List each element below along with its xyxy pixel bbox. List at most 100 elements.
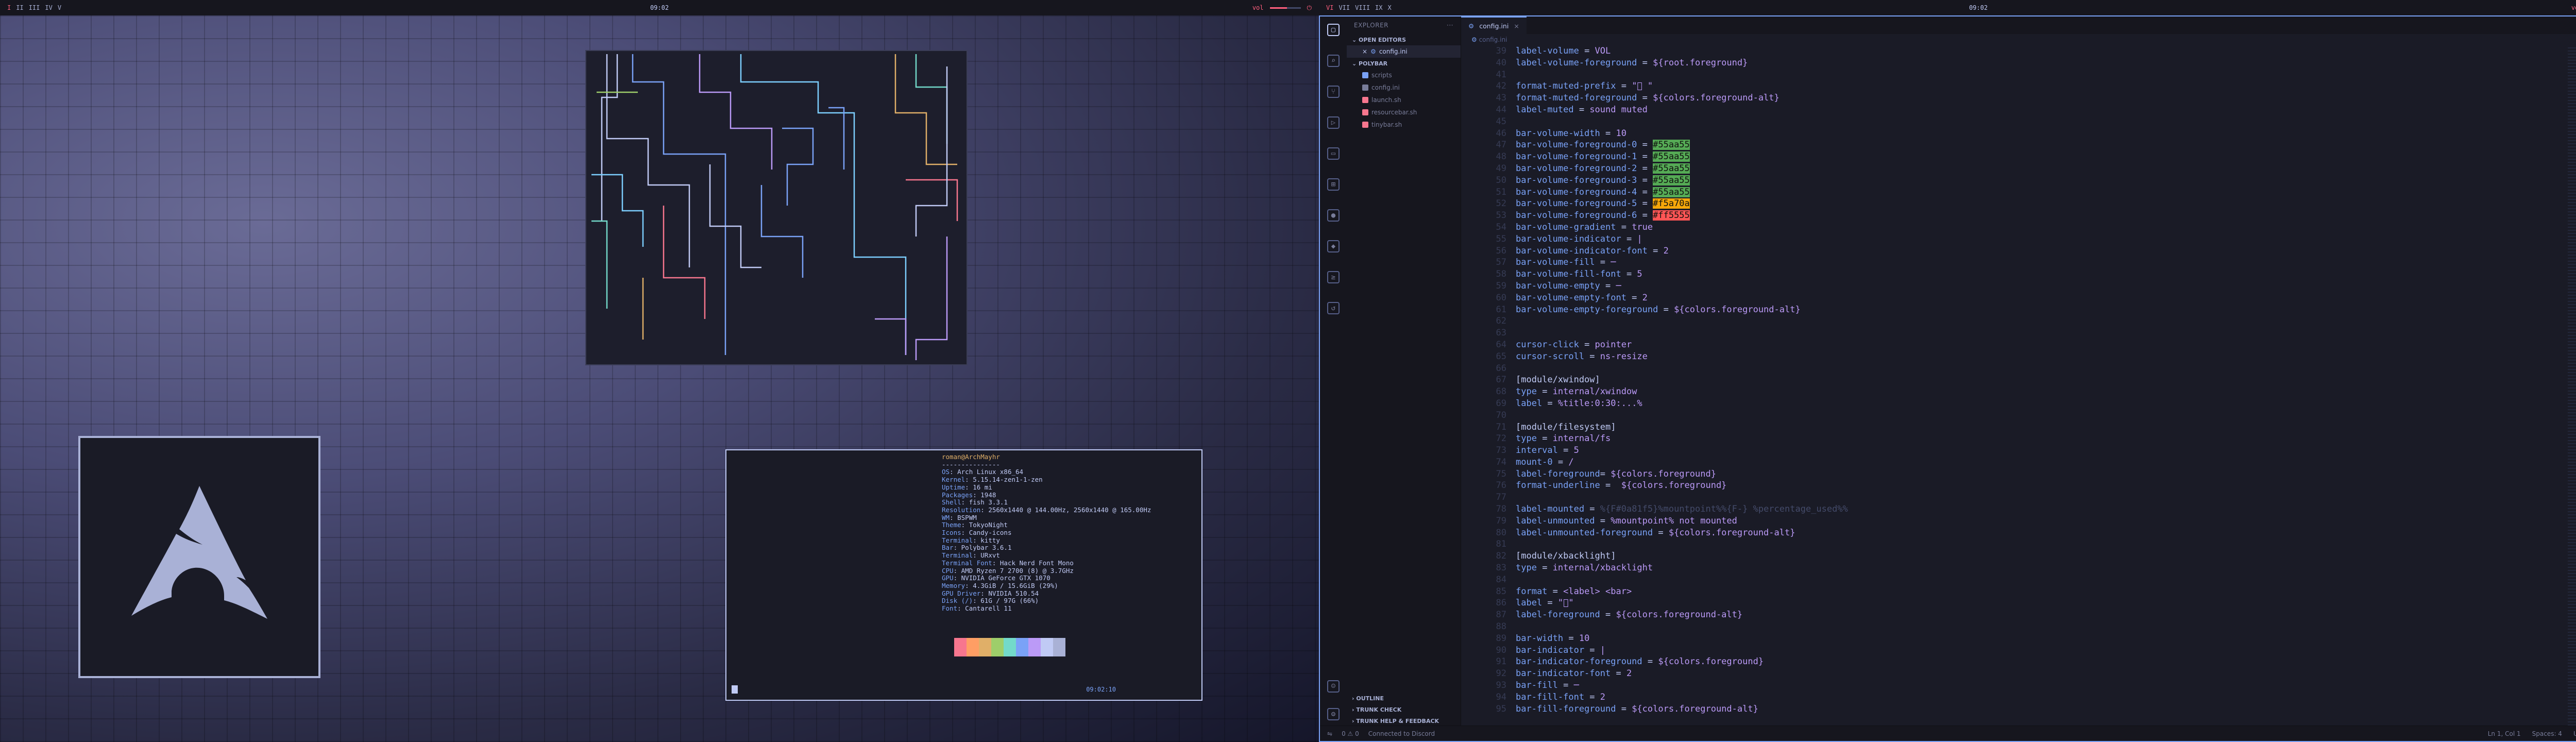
line-number: 50 [1496, 175, 1506, 185]
timeline-icon[interactable]: ↺ [1327, 302, 1340, 314]
search-icon[interactable]: ⌕ [1327, 55, 1340, 67]
volume-bar[interactable] [1269, 7, 1301, 9]
tab-config-ini[interactable]: ⚙ config.ini × [1461, 16, 1527, 34]
trunk-check-label: TRUNK CHECK [1356, 706, 1402, 713]
fetch-row: Resolution: 2560x1440 @ 144.00Hz, 2560x1… [942, 505, 1151, 514]
code-key: bar-indicator [1516, 645, 1590, 655]
file-tree-item[interactable]: resourcebar.sh [1347, 106, 1461, 119]
explorer-sidebar: EXPLORER ··· ⌄ OPEN EDITORS × ⚙ config.ini… [1347, 16, 1461, 727]
line-number: 44 [1496, 104, 1506, 115]
workspace-2[interactable]: II [16, 4, 23, 11]
extensions-icon[interactable]: ⊞ [1327, 178, 1340, 191]
workspace-2[interactable]: VII [1338, 4, 1350, 11]
status-item[interactable]: Spaces: 4 [2532, 730, 2562, 737]
line-number: 86 [1496, 598, 1506, 609]
volume-module[interactable]: vol ⏻ [2571, 4, 2576, 12]
code-line: 44 label-muted = sound muted [1461, 104, 2560, 116]
status-item[interactable]: UTF-8 [2573, 730, 2576, 737]
outline-section[interactable]: › OUTLINE [1347, 693, 1461, 704]
vscode-window[interactable]: ▢ ⌕ ⑂ ▷ ▭ ⊞ ● ◆ ≥ ↺ ☺ ⚙ EXPLORER ··· ⌄ O… [1319, 15, 2576, 742]
python-icon[interactable]: ◆ [1327, 240, 1340, 252]
line-text: format-underline = ${colors.foreground} [1516, 480, 1727, 491]
line-text: bar-fill-font = 2 [1516, 692, 1606, 702]
minimap[interactable] [2568, 45, 2576, 726]
file-icon [1362, 97, 1368, 103]
source-control-icon[interactable]: ⑂ [1327, 86, 1340, 98]
line-number: 62 [1496, 316, 1506, 327]
fetch-value: 2560x1440 @ 144.00Hz, 2560x1440 @ 165.00… [988, 505, 1151, 514]
fetch-key: Theme [942, 521, 961, 529]
fetch-separator: --------------- [942, 460, 1000, 468]
power-icon[interactable]: ⏻ [1307, 4, 1312, 12]
close-icon[interactable]: × [1362, 48, 1367, 55]
workspace-1[interactable]: I [7, 4, 11, 11]
line-number: 71 [1496, 421, 1506, 432]
code-key: cursor-click [1516, 339, 1585, 350]
code-value: internal/fs [1547, 433, 1611, 444]
editor-area[interactable]: ⚙ config.ini × ▷ ◫ ··· ⚙ config.ini 39la… [1461, 16, 2576, 727]
code-value: %mountpoint% not mounted [1605, 515, 1737, 526]
open-editor-label: config.ini [1379, 48, 1408, 55]
workspace-4[interactable]: IV [45, 4, 52, 11]
file-tree-item[interactable]: launch.sh [1347, 94, 1461, 106]
neofetch-terminal-window[interactable]: roman@ArchMayhr --------------- OS: Arch L… [725, 449, 1202, 701]
polybar-left: I II III IV V 09:02 vol ⏻ [0, 0, 1319, 15]
code-line: 59 bar-volume-empty = ─ [1461, 280, 2560, 292]
code-value: ${colors.foreground-alt} [1647, 93, 1780, 104]
code-editor[interactable]: 39 label-volume = VOL 40 label-volume-foreg… [1461, 45, 2560, 727]
github-icon[interactable]: ● [1327, 209, 1340, 222]
fetch-row: Memory: 4.3GiB / 15.6GiB (29%) [942, 581, 1058, 589]
terminal-icon[interactable]: ≥ [1327, 271, 1340, 283]
code-key: bar-volume-empty-foreground [1516, 304, 1664, 315]
gear-icon[interactable]: ⚙ [1327, 708, 1340, 720]
terminal-prompt-line[interactable]: 09:02:10 [730, 682, 1198, 697]
discord-status[interactable]: Connected to Discord [1368, 730, 1435, 737]
workspace-3[interactable]: III [29, 4, 40, 11]
fetch-row: Packages: 1948 [942, 491, 996, 499]
workspace-5[interactable]: X [1388, 4, 1392, 11]
open-editor-item[interactable]: × ⚙ config.ini [1347, 45, 1461, 58]
file-name: config.ini [1371, 84, 1400, 91]
line-text: format-muted-prefix = " " [1516, 81, 1653, 92]
code-key: bar-volume-foreground-3 [1516, 175, 1642, 185]
close-icon[interactable]: × [1514, 22, 1519, 30]
file-tree-item[interactable]: tinybar.sh [1347, 119, 1461, 131]
more-actions-icon[interactable]: ··· [1447, 22, 1453, 29]
files-icon[interactable]: ▢ [1327, 24, 1340, 36]
code-line: 60 bar-volume-empty-font = 2 [1461, 292, 2560, 304]
remote-explorer-icon[interactable]: ▭ [1327, 147, 1340, 160]
line-text: [module/filesystem] [1516, 421, 1616, 432]
workspace-4[interactable]: IX [1375, 4, 1382, 11]
line-number: 48 [1496, 151, 1506, 162]
file-tree-item[interactable]: scripts [1347, 69, 1461, 81]
code-key: label [1516, 398, 1548, 409]
fetch-key: Kernel [942, 476, 965, 484]
folder-section[interactable]: ⌄ POLYBAR [1347, 58, 1461, 69]
code-value: 2 [1637, 292, 1648, 303]
code-key: bar-indicator-foreground [1516, 656, 1648, 667]
line-number: 70 [1496, 410, 1506, 420]
code-key: bar-volume-foreground-6 [1516, 210, 1642, 221]
volume-module[interactable]: vol ⏻ [1252, 4, 1312, 12]
workspace-1[interactable]: VI [1326, 4, 1333, 11]
workspace-3[interactable]: VIII [1355, 4, 1370, 11]
arch-logo-window[interactable] [78, 436, 320, 678]
problems-indicator[interactable]: 0 ⚠ 0 [1342, 730, 1359, 737]
file-tree-item[interactable]: config.ini [1347, 81, 1461, 94]
line-number: 92 [1496, 668, 1506, 679]
account-icon[interactable]: ☺ [1327, 680, 1340, 693]
breadcrumb[interactable]: ⚙ config.ini [1461, 34, 2576, 45]
pipes-terminal-window[interactable] [585, 50, 968, 365]
fetch-value: BSPWM [957, 513, 977, 521]
line-text: type = internal/xwindow [1516, 386, 1637, 397]
run-debug-icon[interactable]: ▷ [1327, 116, 1340, 129]
status-item[interactable]: Ln 1, Col 1 [2488, 730, 2521, 737]
code-line: 42 format-muted-prefix = " " [1461, 80, 2560, 92]
open-editors-section[interactable]: ⌄ OPEN EDITORS [1347, 34, 1461, 45]
trunk-check-section[interactable]: › TRUNK CHECK [1347, 704, 1461, 715]
trunk-help-section[interactable]: › TRUNK HELP & FEEDBACK [1347, 715, 1461, 727]
workspace-5[interactable]: V [58, 4, 61, 11]
line-text: label-unmounted = %mountpoint% not mount… [1516, 515, 1737, 526]
remote-icon[interactable]: ⇋ [1327, 730, 1332, 737]
color-value: #55aa55 [1653, 140, 1690, 150]
